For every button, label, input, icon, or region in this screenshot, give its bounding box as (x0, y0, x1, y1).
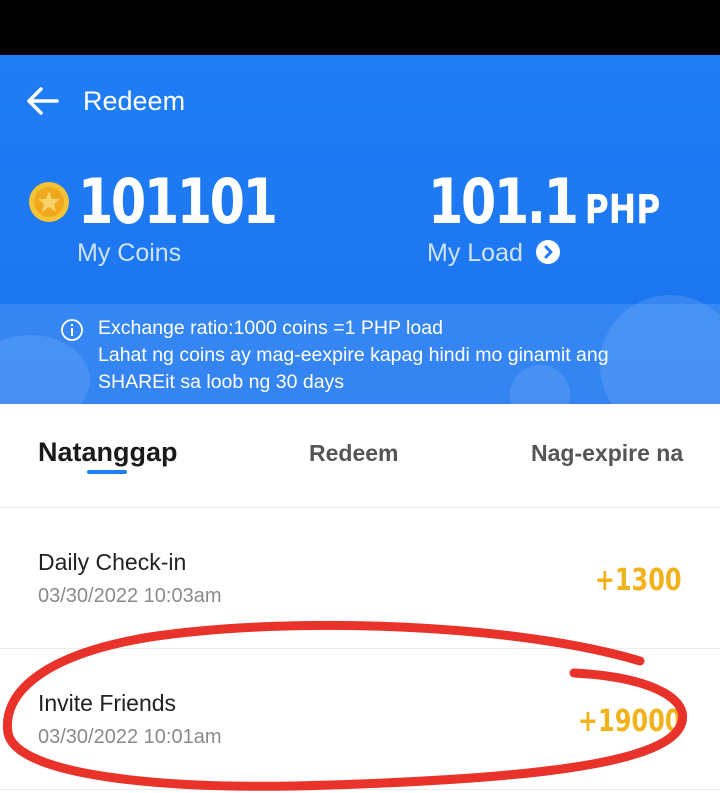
record-amount: +19000 (578, 704, 682, 739)
active-tab-indicator (87, 470, 127, 474)
record-amount: +1300 (595, 563, 682, 598)
status-bar (0, 0, 720, 55)
tab-nag-expire-na[interactable]: Nag-expire na (531, 440, 683, 467)
load-label: My Load (427, 239, 523, 267)
record-title: Daily Check-in (38, 549, 187, 575)
coins-balance: 101101 (78, 165, 278, 238)
tab-redeem[interactable]: Redeem (309, 440, 398, 467)
page-title: Redeem (83, 86, 186, 116)
back-arrow-icon (27, 87, 59, 115)
list-item: Invite Friends 03/30/2022 10:01am +19000 (0, 649, 720, 790)
coin-icon (29, 182, 69, 222)
redeem-header: Redeem 101101 My Coins 101.1 PHP My Load … (0, 55, 720, 404)
list-item: Daily Check-in 03/30/2022 10:03am +1300 (0, 508, 720, 649)
load-balance: 101.1 PHP (428, 167, 660, 245)
my-load-link[interactable]: My Load (427, 239, 560, 268)
info-line: SHAREit sa loob ng 30 days (98, 371, 345, 393)
coins-label: My Coins (77, 239, 182, 267)
load-amount: 101.1 (428, 165, 579, 238)
load-currency: PHP (584, 187, 661, 233)
info-line: Exchange ratio:1000 coins =1 PHP load (98, 317, 443, 339)
record-date: 03/30/2022 10:03am (38, 585, 222, 607)
tab-bar: Natanggap Redeem Nag-expire na (0, 404, 720, 508)
record-title: Invite Friends (38, 690, 177, 716)
back-button[interactable] (24, 85, 64, 117)
exchange-info-text: Exchange ratio:1000 coins =1 PHP load La… (98, 315, 688, 396)
info-line: Lahat ng coins ay mag-eexpire kapag hind… (98, 344, 609, 366)
tab-natanggap[interactable]: Natanggap (38, 437, 178, 468)
chevron-right-icon (535, 240, 560, 264)
record-date: 03/30/2022 10:01am (38, 726, 222, 748)
info-icon (61, 319, 83, 341)
